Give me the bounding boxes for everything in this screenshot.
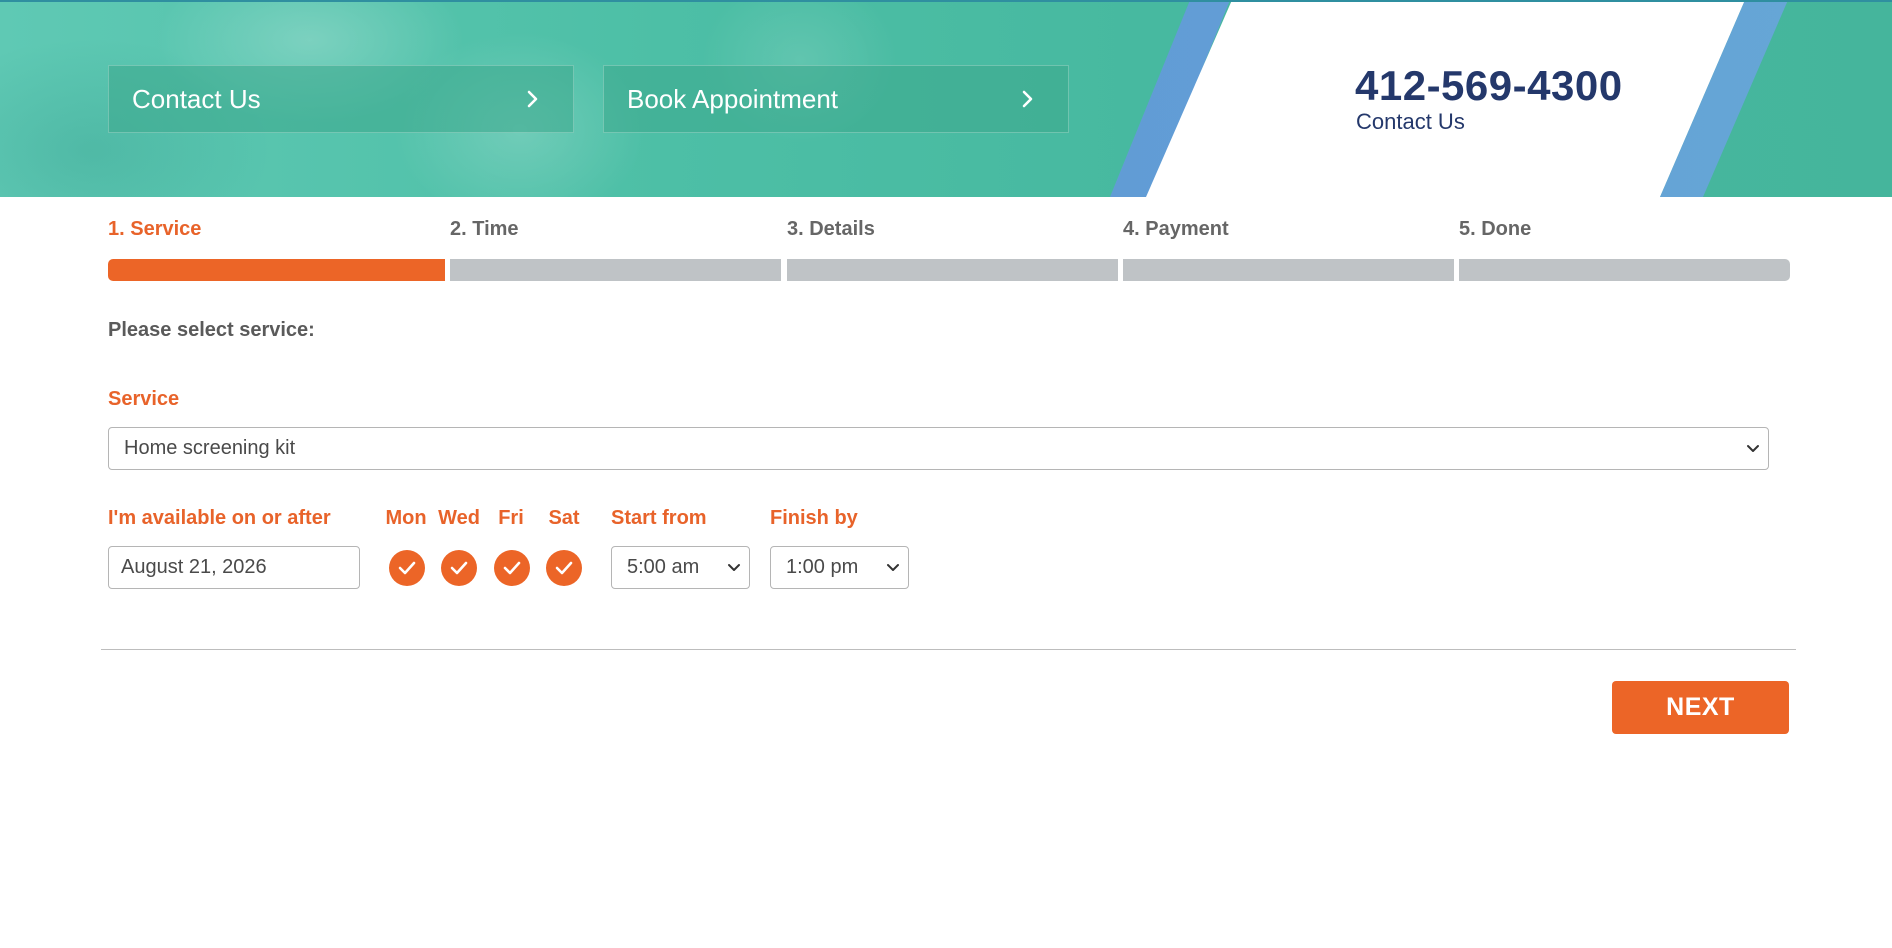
- header-top-line: [0, 0, 1892, 2]
- step-payment-bar: [1123, 259, 1454, 281]
- checkmark-icon: [503, 561, 521, 575]
- step-done-bar: [1459, 259, 1790, 281]
- step-details-bar: [787, 259, 1118, 281]
- chevron-down-icon: [886, 563, 900, 573]
- service-prompt: Please select service:: [108, 319, 315, 341]
- step-service-bar: [108, 259, 445, 281]
- chevron-right-icon: [513, 90, 553, 108]
- checkmark-icon: [555, 561, 573, 575]
- day-wed-label: Wed: [438, 507, 480, 529]
- chevron-down-icon: [1746, 444, 1760, 454]
- available-date-label: I'm available on or after: [108, 507, 331, 529]
- chevron-down-icon: [727, 563, 741, 573]
- phone-contact-us-link[interactable]: Contact Us: [1356, 109, 1465, 135]
- step-done-label: 5. Done: [1459, 218, 1532, 240]
- page-header: Contact Us Book Appointment 412-569-4300…: [0, 0, 1892, 197]
- finish-time-value: 1:00 pm: [786, 556, 859, 578]
- day-wed-checkbox[interactable]: [441, 550, 477, 586]
- checkmark-icon: [398, 561, 416, 575]
- available-date-input[interactable]: [108, 546, 360, 589]
- day-mon-checkbox[interactable]: [389, 550, 425, 586]
- chevron-right-icon: [1008, 90, 1048, 108]
- step-payment-label: 4. Payment: [1123, 218, 1229, 240]
- book-appointment-label: Book Appointment: [627, 83, 839, 114]
- day-sat-label: Sat: [548, 507, 580, 529]
- checkmark-icon: [450, 561, 468, 575]
- service-field-label: Service: [108, 388, 180, 410]
- contact-us-label: Contact Us: [132, 83, 261, 114]
- finish-time-select[interactable]: 1:00 pm: [770, 546, 909, 589]
- day-fri-checkbox[interactable]: [494, 550, 530, 586]
- contact-us-button[interactable]: Contact Us: [108, 65, 574, 133]
- day-mon-label: Mon: [385, 507, 427, 529]
- step-time-label: 2. Time: [450, 218, 519, 240]
- form-divider: [101, 649, 1796, 650]
- day-fri-label: Fri: [498, 507, 524, 529]
- finish-time-label: Finish by: [770, 507, 858, 529]
- next-button[interactable]: NEXT: [1612, 681, 1789, 734]
- start-time-select[interactable]: 5:00 am: [611, 546, 750, 589]
- step-time-bar: [450, 259, 781, 281]
- book-appointment-button[interactable]: Book Appointment: [603, 65, 1069, 133]
- service-select-value: Home screening kit: [124, 437, 296, 459]
- start-time-label: Start from: [611, 507, 707, 529]
- phone-number-link[interactable]: 412-569-4300: [1355, 62, 1623, 110]
- day-sat-checkbox[interactable]: [546, 550, 582, 586]
- start-time-value: 5:00 am: [627, 556, 700, 578]
- service-select[interactable]: Home screening kit: [108, 427, 1769, 470]
- step-details-label: 3. Details: [787, 218, 875, 240]
- booking-steps: 1. Service 2. Time 3. Details 4. Payment…: [108, 218, 1790, 288]
- step-service-label: 1. Service: [108, 218, 202, 240]
